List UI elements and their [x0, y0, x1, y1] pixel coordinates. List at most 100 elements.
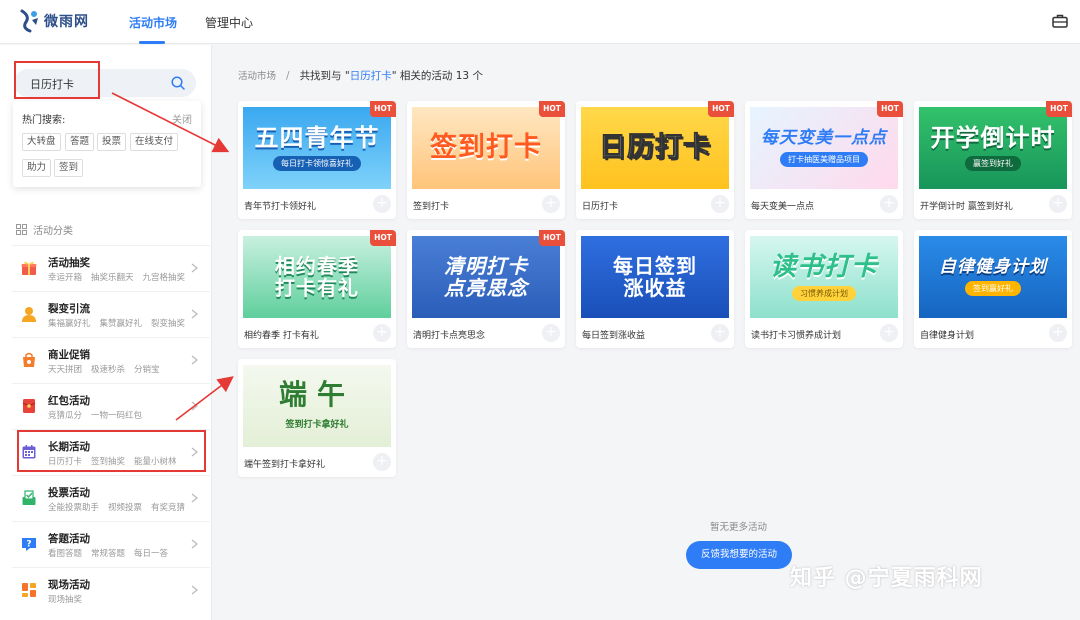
card-title: 开学倒计时 赢签到好礼 — [920, 202, 1013, 212]
card-title: 青年节打卡领好礼 — [244, 202, 317, 212]
card-banner: 每日签到 涨收益 — [581, 236, 729, 318]
breadcrumb-root[interactable]: 活动市场 — [238, 71, 276, 82]
category-subitem[interactable]: 分销宝 — [134, 365, 160, 375]
add-icon[interactable]: + — [373, 195, 391, 213]
add-icon[interactable]: + — [542, 324, 560, 342]
chevron-right-icon — [191, 309, 198, 319]
activity-card[interactable]: 清明打卡 点亮思念 HOT 清明打卡点亮思念 + — [407, 230, 565, 348]
hot-tag[interactable]: 在线支付 — [130, 133, 179, 151]
category-subitem[interactable]: 每日一答 — [134, 549, 168, 559]
add-icon[interactable]: + — [1049, 324, 1067, 342]
logo[interactable]: 微雨网 — [18, 8, 89, 34]
activity-card[interactable]: 相约春季 打卡有礼 HOT 相约春季 打卡有礼 + — [238, 230, 396, 348]
category-subitem[interactable]: 集福赢好礼 — [48, 319, 91, 329]
category-item-vote[interactable]: 投票活动 全能投票助手 视频投票 有奖竞猜 — [12, 475, 210, 521]
category-heading-label: 活动分类 — [33, 226, 73, 237]
activity-card[interactable]: 每日签到 涨收益 每日签到涨收益 + — [576, 230, 734, 348]
category-subitem[interactable]: 常规答题 — [91, 549, 125, 559]
add-icon[interactable]: + — [880, 195, 898, 213]
red-envelope-icon — [22, 399, 36, 413]
banner-subtitle: 赢签到好礼 — [965, 155, 1021, 171]
category-subitem[interactable]: 集赞赢好礼 — [100, 319, 143, 329]
card-title: 清明打卡点亮思念 — [413, 331, 486, 341]
category-subitem[interactable]: 抽奖乐翻天 — [91, 273, 134, 283]
category-subitem[interactable]: 竞猜瓜分 — [48, 411, 82, 421]
add-icon[interactable]: + — [373, 453, 391, 471]
category-subitems: 幸运开箱 抽奖乐翻天 九宫格抽奖 — [48, 271, 194, 283]
annotation-box-search — [14, 61, 100, 99]
watermark: 知乎 @宁夏雨科网 — [790, 566, 983, 591]
hot-badge: HOT — [1046, 101, 1072, 117]
category-name: 商业促销 — [48, 349, 90, 361]
category-item-promotion[interactable]: 商业促销 天天拼团 极速秒杀 分销宝 — [12, 337, 210, 383]
add-icon[interactable]: + — [542, 195, 560, 213]
shopping-bag-icon — [23, 352, 35, 367]
nav-tab-activity-market[interactable]: 活动市场 — [129, 14, 177, 31]
category-item-viral[interactable]: 裂变引流 集福赢好礼 集赞赢好礼 裂变抽奖 — [12, 291, 210, 337]
banner-subtitle: 每日打卡领惊喜好礼 — [273, 155, 361, 171]
category-subitem[interactable]: 裂变抽奖 — [151, 319, 185, 329]
activity-card[interactable]: 签到打卡 HOT 签到打卡 + — [407, 101, 565, 219]
feedback-button[interactable]: 反馈我想要的活动 — [686, 541, 792, 569]
category-subitem[interactable]: 全能投票助手 — [48, 503, 99, 513]
card-title: 每天变美一点点 — [751, 202, 815, 212]
category-subitem[interactable]: 看图答题 — [48, 549, 82, 559]
chevron-right-icon — [191, 539, 198, 549]
banner-title: 相约春季 打卡有礼 — [275, 254, 359, 300]
activity-card[interactable]: 端午 签到打卡拿好礼 端午签到打卡拿好礼 + — [238, 359, 396, 477]
result-suffix: " 相关的活动 13 个 — [391, 70, 483, 82]
add-icon[interactable]: + — [711, 324, 729, 342]
category-subitem[interactable]: 视频投票 — [108, 503, 142, 513]
category-item-red-envelope[interactable]: 红包活动 竞猜瓜分 一物一码红包 — [12, 383, 210, 429]
activity-card[interactable]: 读书打卡 习惯养成计划 读书打卡习惯养成计划 + — [745, 230, 903, 348]
add-icon[interactable]: + — [1049, 195, 1067, 213]
category-subitem[interactable]: 有奖竞猜 — [151, 503, 185, 513]
briefcase-icon[interactable] — [1052, 14, 1068, 28]
search-icon[interactable] — [170, 75, 186, 91]
hot-tag[interactable]: 大转盘 — [22, 133, 61, 151]
activity-card[interactable]: 每天变美一点点 打卡抽医美赠品项目 HOT 每天变美一点点 + — [745, 101, 903, 219]
banner-title: 端午 — [278, 378, 355, 412]
hot-badge: HOT — [708, 101, 734, 117]
category-name: 投票活动 — [48, 487, 90, 499]
activity-card[interactable]: 自律健身计划 签到赢好礼 自律健身计划 + — [914, 230, 1072, 348]
category-item-quiz[interactable]: ? 答题活动 看图答题 常规答题 每日一答 — [12, 521, 210, 567]
card-banner: 读书打卡 习惯养成计划 — [750, 236, 898, 318]
activity-card[interactable]: 开学倒计时 赢签到好礼 HOT 开学倒计时 赢签到好礼 + — [914, 101, 1072, 219]
activity-card[interactable]: 五四青年节 每日打卡领惊喜好礼 HOT 青年节打卡领好礼 + — [238, 101, 396, 219]
category-subitem[interactable]: 幸运开箱 — [48, 273, 82, 283]
card-banner: 清明打卡 点亮思念 — [412, 236, 560, 318]
hot-search-panel: 热门搜索: 关闭 大转盘 答题 投票 在线支付 助力 签到 — [13, 101, 201, 187]
hot-tag[interactable]: 助力 — [22, 159, 52, 177]
add-icon[interactable]: + — [880, 324, 898, 342]
banner-title: 清明打卡 点亮思念 — [444, 254, 528, 300]
category-subitem[interactable]: 极速秒杀 — [91, 365, 125, 375]
category-name: 现场活动 — [48, 579, 90, 591]
category-subitem[interactable]: 天天拼团 — [48, 365, 82, 375]
category-subitem[interactable]: 一物一码红包 — [91, 411, 142, 421]
hot-tag[interactable]: 签到 — [54, 159, 84, 177]
banner-subtitle: 签到赢好礼 — [965, 280, 1021, 296]
add-icon[interactable]: + — [373, 324, 391, 342]
chevron-right-icon — [191, 355, 198, 365]
hot-tag[interactable]: 投票 — [97, 133, 127, 151]
hot-search-close-button[interactable]: 关闭 — [172, 111, 192, 126]
card-title: 每日签到涨收益 — [582, 331, 646, 341]
banner-subtitle: 习惯养成计划 — [792, 285, 856, 301]
category-subitem[interactable]: 现场抽奖 — [48, 595, 82, 605]
card-banner: 五四青年节 每日打卡领惊喜好礼 — [243, 107, 391, 189]
nav-tab-management-center[interactable]: 管理中心 — [205, 14, 253, 31]
category-item-lottery[interactable]: 活动抽奖 幸运开箱 抽奖乐翻天 九宫格抽奖 — [12, 245, 210, 291]
card-banner: 相约春季 打卡有礼 — [243, 236, 391, 318]
banner-title: 开学倒计时 — [930, 124, 1056, 153]
hot-badge: HOT — [370, 230, 396, 246]
category-subitems: 天天拼团 极速秒杀 分销宝 — [48, 363, 169, 375]
breadcrumb-separator: / — [286, 70, 290, 82]
category-subitem[interactable]: 九宫格抽奖 — [143, 273, 186, 283]
card-title: 端午签到打卡拿好礼 — [244, 460, 326, 470]
hot-tag[interactable]: 答题 — [65, 133, 95, 151]
category-item-onsite[interactable]: 现场活动 现场抽奖 — [12, 567, 210, 613]
activity-card[interactable]: 日历打卡 HOT 日历打卡 + — [576, 101, 734, 219]
add-icon[interactable]: + — [711, 195, 729, 213]
hot-badge: HOT — [539, 230, 565, 246]
